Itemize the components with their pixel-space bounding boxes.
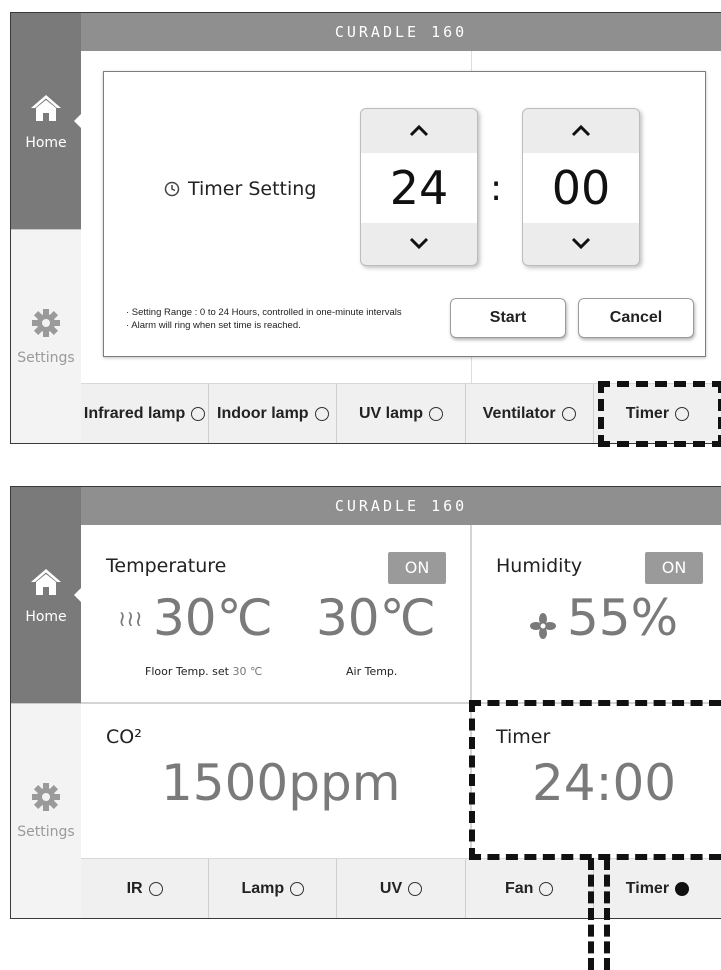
minutes-spinner: 00 — [522, 108, 640, 266]
timer-notes: · Setting Range : 0 to 24 Hours, control… — [126, 306, 402, 332]
toggle-label: Infrared lamp — [83, 404, 186, 422]
timer-setting-screen: Home Settings CURADLE 160 Timer Setting … — [10, 12, 721, 444]
device-toggle-bar: IR Lamp UV Fan Timer — [81, 858, 721, 918]
radio-off-icon — [429, 406, 444, 421]
highlight-timer-box — [598, 381, 721, 447]
toggle-timer[interactable]: Timer — [594, 859, 721, 918]
humidity-value: 55% — [567, 589, 679, 647]
chevron-up-icon — [571, 124, 591, 137]
toggle-label: UV lamp — [359, 404, 424, 422]
highlight-connector — [588, 858, 610, 970]
humidity-panel[interactable]: Humidity ON 55% — [472, 525, 721, 702]
home-icon — [11, 567, 81, 601]
toggle-ir[interactable]: IR — [81, 859, 210, 918]
floor-temp-caption: Floor Temp. set 30 ℃ — [145, 665, 262, 678]
co2-panel[interactable]: CO² 1500ppm — [81, 704, 470, 859]
toggle-indoor-lamp[interactable]: Indoor lamp — [209, 384, 338, 443]
nav-settings-label: Settings — [17, 350, 75, 366]
nav-settings[interactable]: Settings — [11, 229, 81, 443]
hours-value[interactable]: 24 — [361, 153, 477, 223]
toggle-label: Ventilator — [482, 404, 556, 422]
toggle-label: Fan — [504, 879, 534, 897]
nav-home-label: Home — [25, 135, 67, 151]
minutes-up-button[interactable] — [523, 111, 639, 151]
toggle-infrared-lamp[interactable]: Infrared lamp — [81, 384, 210, 443]
nav-settings-label: Settings — [17, 824, 75, 840]
timer-dialog: Timer Setting 24 : 00 · Setting Range : … — [103, 71, 706, 357]
co2-title: CO² — [106, 726, 142, 748]
humidity-title: Humidity — [496, 555, 583, 577]
radio-off-icon — [539, 881, 554, 896]
toggle-label: Timer — [625, 879, 670, 897]
start-button[interactable]: Start — [450, 298, 566, 338]
toggle-label: Lamp — [241, 879, 285, 897]
fan-icon — [530, 613, 556, 643]
toggle-label: Indoor lamp — [217, 404, 309, 422]
toggle-label: UV — [379, 879, 403, 897]
hours-down-button[interactable] — [361, 223, 477, 263]
temperature-panel[interactable]: Temperature ON ≀≀≀ 30℃ 30℃ Floor Temp. s… — [81, 525, 470, 702]
co2-value: 1500ppm — [161, 754, 401, 812]
app-title: CURADLE 160 — [81, 13, 721, 51]
temperature-title: Temperature — [106, 555, 227, 577]
minutes-down-button[interactable] — [523, 223, 639, 263]
nav-home-label: Home — [25, 609, 67, 625]
nav-home[interactable]: Home — [11, 13, 82, 229]
nav-home[interactable]: Home — [11, 487, 82, 703]
clock-icon — [164, 180, 180, 202]
note-range: · Setting Range : 0 to 24 Hours, control… — [126, 307, 402, 318]
gear-icon — [11, 308, 81, 342]
app-title: CURADLE 160 — [81, 487, 721, 525]
toggle-uv[interactable]: UV — [337, 859, 466, 918]
radio-off-icon — [148, 881, 163, 896]
floor-temp-value: 30℃ — [153, 589, 273, 647]
air-temp-caption: Air Temp. — [346, 665, 398, 678]
cancel-button[interactable]: Cancel — [578, 298, 694, 338]
nav-settings[interactable]: Settings — [11, 703, 81, 918]
gear-icon — [11, 782, 81, 816]
sidebar: Home Settings — [11, 487, 82, 918]
temperature-on-badge[interactable]: ON — [388, 552, 446, 584]
radio-off-icon — [314, 406, 329, 421]
highlight-timer-panel — [469, 700, 721, 860]
radio-off-icon — [561, 406, 576, 421]
radio-off-icon — [408, 881, 423, 896]
minutes-value[interactable]: 00 — [523, 153, 639, 223]
sidebar: Home Settings — [11, 13, 82, 443]
radio-on-icon — [675, 881, 690, 896]
hours-up-button[interactable] — [361, 111, 477, 151]
toggle-label: IR — [126, 879, 143, 897]
home-icon — [11, 93, 81, 127]
hours-spinner: 24 — [360, 108, 478, 266]
note-alarm: · Alarm will ring when set time is reach… — [126, 320, 301, 331]
radio-off-icon — [290, 881, 305, 896]
heat-waves-icon: ≀≀≀ — [118, 607, 143, 632]
toggle-fan[interactable]: Fan — [466, 859, 594, 918]
air-temp-value: 30℃ — [316, 589, 436, 647]
timer-dialog-title: Timer Setting — [164, 178, 316, 202]
radio-off-icon — [191, 406, 206, 421]
floor-temp-caption-text: Floor Temp. set — [145, 665, 229, 678]
toggle-ventilator[interactable]: Ventilator — [466, 384, 594, 443]
time-separator: : — [490, 168, 503, 209]
chevron-down-icon — [571, 237, 591, 250]
chevron-down-icon — [409, 237, 429, 250]
toggle-uv-lamp[interactable]: UV lamp — [337, 384, 466, 443]
toggle-lamp[interactable]: Lamp — [209, 859, 338, 918]
chevron-up-icon — [409, 124, 429, 137]
humidity-on-badge[interactable]: ON — [645, 552, 703, 584]
floor-temp-set: 30 ℃ — [232, 665, 263, 678]
timer-setting-label: Timer Setting — [188, 178, 317, 200]
